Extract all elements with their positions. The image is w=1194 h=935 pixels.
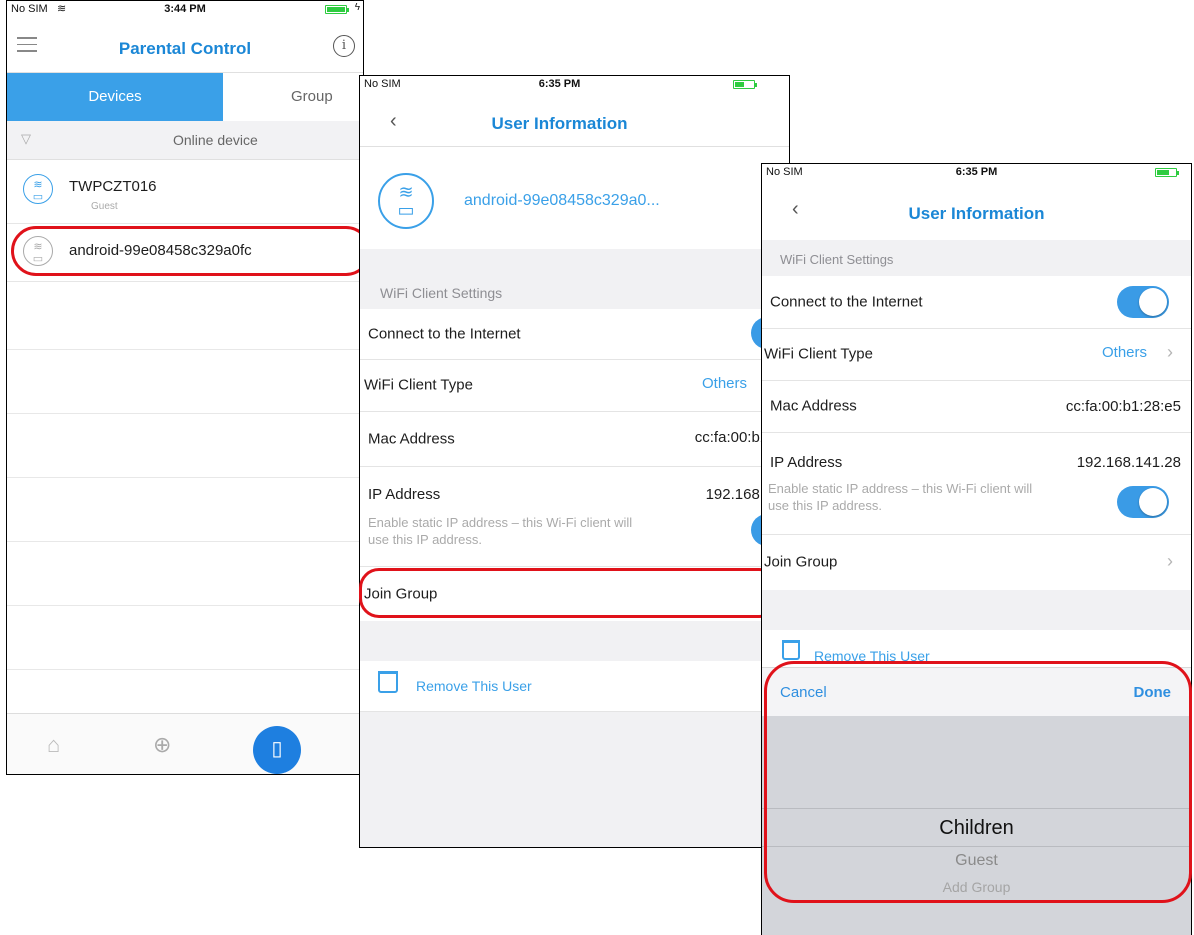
screen-parental-control: No SIM ≋ 3:44 PM ϟ Parental Control i De… bbox=[6, 0, 364, 775]
bottom-area bbox=[360, 712, 789, 847]
mac-value: cc:fa:00:b1:28:e5 bbox=[1065, 398, 1181, 415]
wifi-device-icon: ≋ ▭ bbox=[378, 173, 434, 229]
row-join-group[interactable]: Join Group bbox=[360, 566, 789, 622]
ip-value: 192.168.141.28 bbox=[1076, 454, 1181, 471]
wifi-device-icon: ≋ ▭ bbox=[23, 174, 53, 204]
status-time: 3:44 PM bbox=[164, 3, 206, 15]
spacer bbox=[360, 621, 789, 661]
join-group-label: Join Group bbox=[764, 553, 838, 571]
row-ip-address: IP Address 192.168.141.28 Enable static … bbox=[762, 432, 1191, 535]
remove-user-label: Remove This User bbox=[814, 648, 930, 664]
tab-group[interactable]: Group bbox=[223, 73, 363, 121]
info-icon[interactable]: i bbox=[333, 35, 355, 57]
tab-bar: ⌂ ⊕ ▯ bbox=[7, 713, 363, 774]
remove-user-label: Remove This User bbox=[416, 678, 532, 694]
static-ip-note: Enable static IP address – this Wi-Fi cl… bbox=[768, 481, 1033, 513]
picker-toolbar: Cancel Done bbox=[762, 667, 1191, 717]
row-ip-address: IP Address 192.168.141 Enable static IP … bbox=[360, 466, 789, 567]
section-title: WiFi Client Settings bbox=[780, 252, 894, 267]
section-header: WiFi Client Settings bbox=[762, 240, 1191, 276]
device-name: android-99e08458c329a0... bbox=[464, 192, 660, 209]
cancel-button[interactable]: Cancel bbox=[780, 684, 827, 701]
client-type-value: Others bbox=[701, 375, 747, 392]
row-client-type[interactable]: WiFi Client Type Others bbox=[360, 359, 789, 412]
page-title: Parental Control bbox=[118, 39, 252, 58]
tab-devices-label: Devices bbox=[88, 88, 142, 105]
status-time: 6:35 PM bbox=[538, 78, 581, 90]
picker-option[interactable]: Children bbox=[762, 817, 1191, 840]
chevron-right-icon: › bbox=[1167, 342, 1173, 362]
row-connect-internet: Connect to the Internet bbox=[360, 309, 789, 360]
connect-label: Connect to the Internet bbox=[770, 293, 923, 311]
row-join-group[interactable]: Join Group › bbox=[762, 534, 1191, 591]
mac-label: Mac Address bbox=[368, 430, 455, 447]
battery-icon bbox=[325, 5, 349, 14]
tab-devices[interactable]: Devices bbox=[7, 73, 223, 121]
tab-group-label: Group bbox=[291, 88, 333, 105]
device-header: ≋ ▭ android-99e08458c329a0... bbox=[360, 147, 789, 249]
row-client-type[interactable]: WiFi Client Type Others › bbox=[762, 328, 1191, 381]
device-role: Guest bbox=[91, 201, 118, 212]
done-button[interactable]: Done bbox=[1134, 684, 1172, 701]
client-type-label: WiFi Client Type bbox=[364, 376, 473, 394]
battery-icon bbox=[733, 80, 757, 89]
internet-toggle[interactable] bbox=[1117, 286, 1169, 318]
picker-option[interactable]: Add Group bbox=[762, 879, 1191, 895]
spacer bbox=[762, 590, 1191, 630]
row-mac-address: Mac Address cc:fa:00:b1:28:e5 bbox=[762, 380, 1191, 433]
picker-option[interactable]: Guest bbox=[762, 852, 1191, 870]
section-header: WiFi Client Settings bbox=[360, 249, 789, 309]
ip-label: IP Address bbox=[770, 454, 843, 471]
charging-icon: ϟ bbox=[354, 2, 360, 13]
wifi-device-icon: ≋ ▭ bbox=[23, 236, 53, 266]
client-type-label: WiFi Client Type bbox=[764, 345, 873, 363]
globe-icon[interactable]: ⊕ bbox=[153, 732, 171, 758]
join-group-label: Join Group bbox=[364, 585, 438, 602]
status-time: 6:35 PM bbox=[955, 166, 998, 178]
trash-icon bbox=[378, 671, 398, 693]
remove-user-button[interactable]: Remove This User bbox=[360, 661, 789, 712]
row-connect-internet: Connect to the Internet bbox=[762, 276, 1191, 329]
filter-bar[interactable]: ▽ Online device bbox=[7, 121, 363, 160]
devices-icon[interactable]: ▯ bbox=[253, 726, 301, 774]
status-bar: No SIM 6:35 PM bbox=[360, 76, 789, 94]
chevron-right-icon: › bbox=[1167, 551, 1173, 571]
battery-icon bbox=[1155, 168, 1179, 177]
remove-user-button[interactable]: Remove This User bbox=[762, 630, 1191, 666]
connect-label: Connect to the Internet bbox=[368, 325, 521, 343]
trash-icon bbox=[782, 640, 800, 660]
group-picker[interactable]: Children Guest Add Group bbox=[762, 716, 1191, 935]
client-type-value: Others bbox=[1101, 344, 1147, 361]
device-name: android-99e08458c329a0fc bbox=[69, 242, 252, 259]
screen-user-information: No SIM 6:35 PM ‹ User Information ≋ ▭ and… bbox=[359, 75, 790, 848]
row-mac-address: Mac Address cc:fa:00:b1:28 bbox=[360, 411, 789, 467]
device-list-item[interactable]: ≋ ▭ android-99e08458c329a0fc bbox=[7, 223, 363, 282]
home-icon[interactable]: ⌂ bbox=[47, 732, 60, 758]
section-title: WiFi Client Settings bbox=[380, 285, 503, 301]
static-ip-note: Enable static IP address – this Wi-Fi cl… bbox=[368, 515, 633, 547]
filter-label: Online device bbox=[173, 132, 258, 148]
filter-icon: ▽ bbox=[21, 131, 31, 146]
ip-label: IP Address bbox=[368, 486, 441, 503]
static-ip-toggle[interactable] bbox=[1117, 486, 1169, 518]
device-list-item[interactable]: ≋ ▭ TWPCZT016 Guest bbox=[7, 161, 363, 224]
status-bar: No SIM ≋ 3:44 PM ϟ bbox=[7, 1, 363, 19]
page-title: User Information bbox=[908, 204, 1045, 223]
page-title: User Information bbox=[491, 114, 628, 133]
mac-label: Mac Address bbox=[770, 397, 857, 415]
status-bar: No SIM 6:35 PM bbox=[762, 164, 1191, 182]
device-name: TWPCZT016 bbox=[69, 178, 157, 195]
screen-user-information-picker: No SIM 6:35 PM ‹ User Information WiFi C… bbox=[761, 163, 1192, 935]
